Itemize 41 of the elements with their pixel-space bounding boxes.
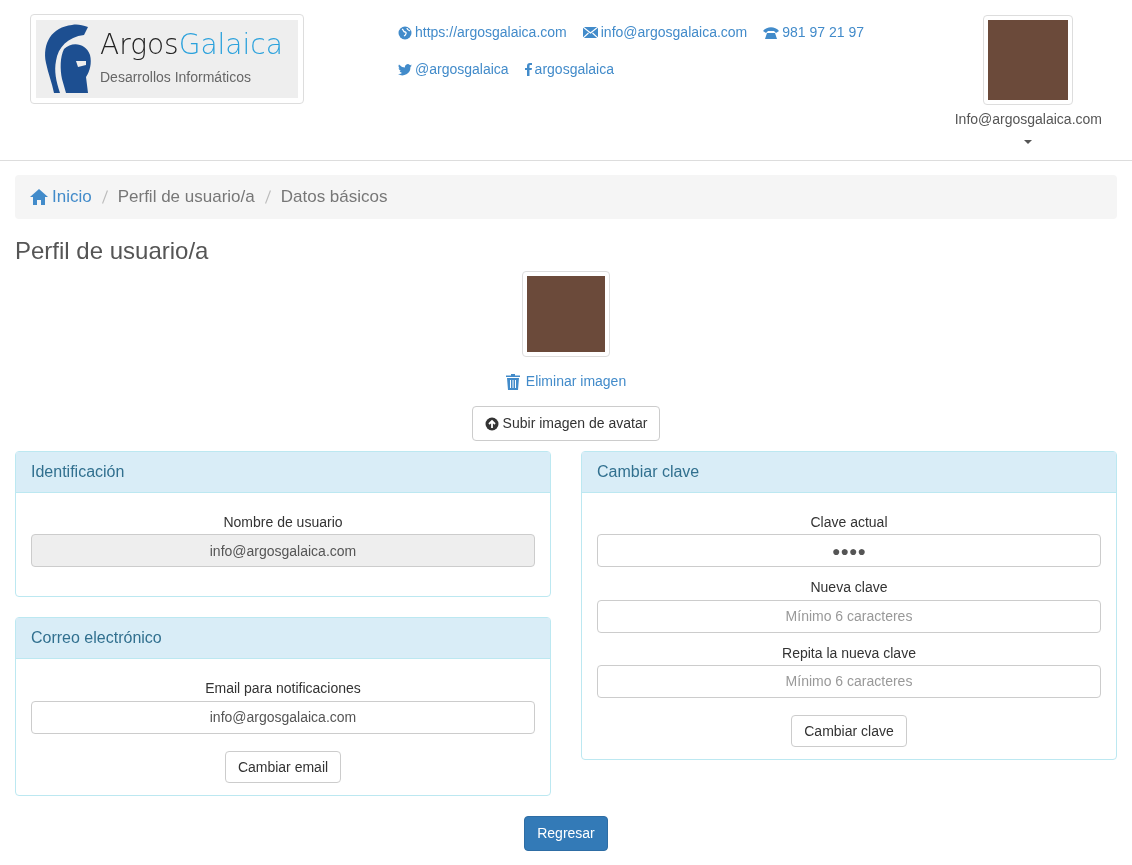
contact-link[interactable]: argosgalaica <box>524 59 614 80</box>
trash-icon <box>505 373 520 390</box>
contact-link[interactable]: https://argosgalaica.com <box>398 22 567 43</box>
upload-avatar-button[interactable]: Subir imagen de avatar <box>471 406 661 442</box>
breadcrumb-item: Perfil de usuario/a <box>117 186 255 208</box>
logo[interactable]: ArgosGalaica Desarrollos Informáticos <box>30 14 304 104</box>
submit-button[interactable]: Cambiar email <box>224 750 342 783</box>
caret-icon[interactable] <box>1024 140 1033 144</box>
envelope-icon <box>582 27 598 38</box>
field-label: Nombre de usuario <box>222 513 344 532</box>
input-field[interactable]: Mínimo 6 caracteres <box>597 664 1101 698</box>
helmet-icon <box>42 23 92 95</box>
bird-icon <box>398 63 412 76</box>
logo-tagline: Desarrollos Informáticos <box>100 67 252 87</box>
field-label: Clave actual <box>809 513 889 532</box>
panel-heading: Cambiar clave <box>582 452 1116 494</box>
contact-link[interactable]: 981 97 21 97 <box>763 22 864 43</box>
f-icon <box>524 63 532 76</box>
logo-wordmark: ArgosGalaica <box>100 30 283 59</box>
panel-heading: Correo electrónico <box>16 618 550 660</box>
field-label: Nueva clave <box>809 578 889 597</box>
delete-image-link[interactable]: Eliminar imagen <box>505 371 627 393</box>
user-name[interactable]: Info@argosgalaica.com <box>954 109 1102 130</box>
contact-link[interactable]: @argosgalaica <box>398 59 509 80</box>
upload-icon <box>484 416 499 431</box>
input-field[interactable]: info@argosgalaica.com <box>31 700 535 734</box>
field-label: Email para notificaciones <box>204 679 362 698</box>
submit-button[interactable]: Cambiar clave <box>791 714 907 748</box>
globe-icon <box>398 25 412 40</box>
input-field[interactable]: Mínimo 6 caracteres <box>597 599 1101 633</box>
slash-separator-icon <box>101 189 108 204</box>
home-icon <box>30 188 48 205</box>
breadcrumb-item: Datos básicos <box>280 186 388 208</box>
panel-heading: Identificación <box>16 452 550 494</box>
page-title: Perfil de usuario/a <box>15 236 210 266</box>
contact-link[interactable]: info@argosgalaica.com <box>582 22 748 43</box>
back-button[interactable]: Regresar <box>524 815 608 851</box>
input-field[interactable]: ●●●● <box>597 534 1101 568</box>
phone-icon <box>763 26 780 39</box>
field-label: Repita la nueva clave <box>781 643 917 662</box>
slash-separator-icon <box>264 189 271 204</box>
